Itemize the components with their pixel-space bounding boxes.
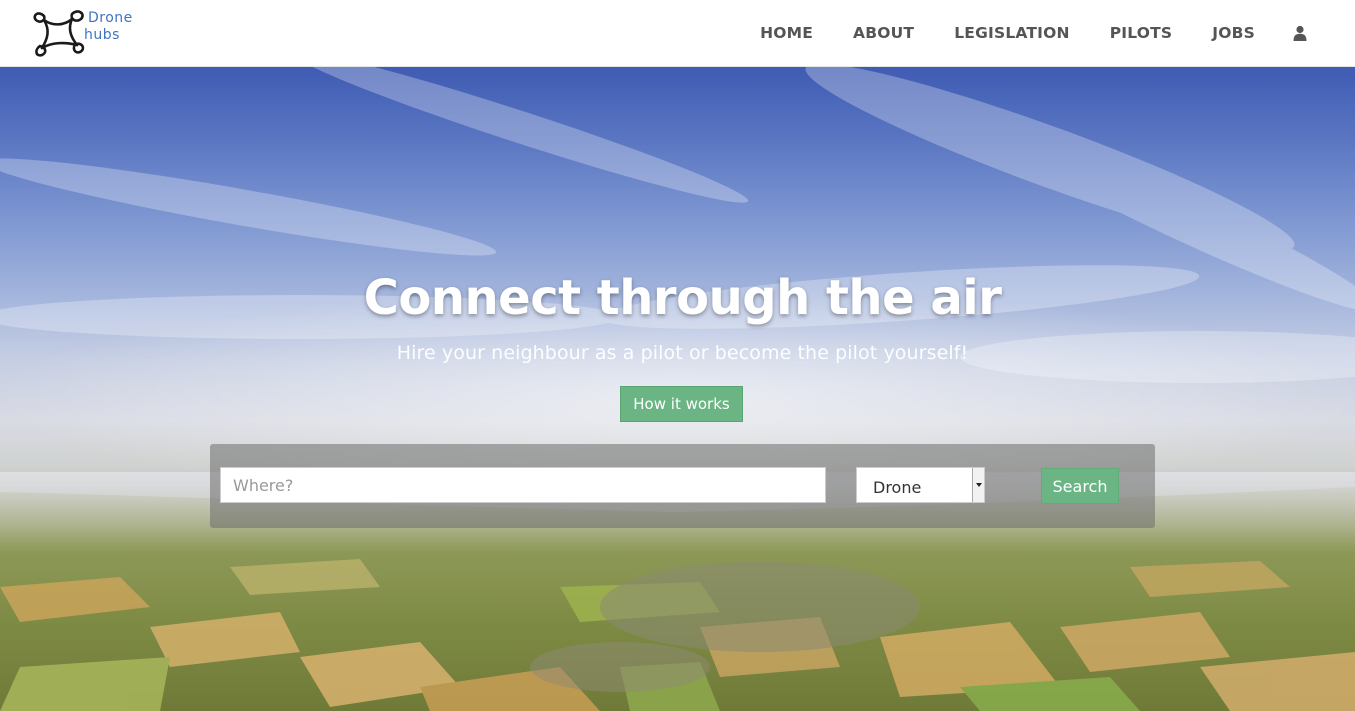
brand-logo[interactable]: Drone hubs: [30, 6, 150, 58]
type-select[interactable]: Drone: [856, 467, 985, 503]
search-panel: Where? Drone Search: [210, 444, 1155, 528]
nav-pilots[interactable]: PILOTS: [1110, 24, 1173, 42]
nav-home[interactable]: HOME: [760, 24, 813, 42]
hero-subtitle: Hire your neighbour as a pilot or become…: [396, 342, 969, 364]
type-select-value: Drone: [873, 477, 922, 497]
brand-name-line2: hubs: [84, 27, 120, 43]
nav-legislation[interactable]: LEGISLATION: [954, 24, 1069, 42]
search-button[interactable]: Search: [1041, 468, 1119, 504]
select-arrow-icon[interactable]: [972, 468, 984, 502]
how-it-works-button[interactable]: How it works: [620, 386, 743, 422]
brand-name-line1: Drone: [88, 10, 133, 26]
user-icon[interactable]: [1293, 25, 1307, 41]
where-input[interactable]: Where?: [220, 467, 826, 503]
drone-icon: [33, 10, 85, 57]
main-nav: HOME ABOUT LEGISLATION PILOTS JOBS: [760, 0, 1355, 66]
top-navbar: Drone hubs HOME ABOUT LEGISLATION PILOTS…: [0, 0, 1355, 67]
hero-section: Connect through the air Hire your neighb…: [0, 67, 1355, 711]
nav-jobs[interactable]: JOBS: [1212, 24, 1255, 42]
nav-about[interactable]: ABOUT: [853, 24, 914, 42]
hero-title: Connect through the air: [363, 270, 1002, 326]
